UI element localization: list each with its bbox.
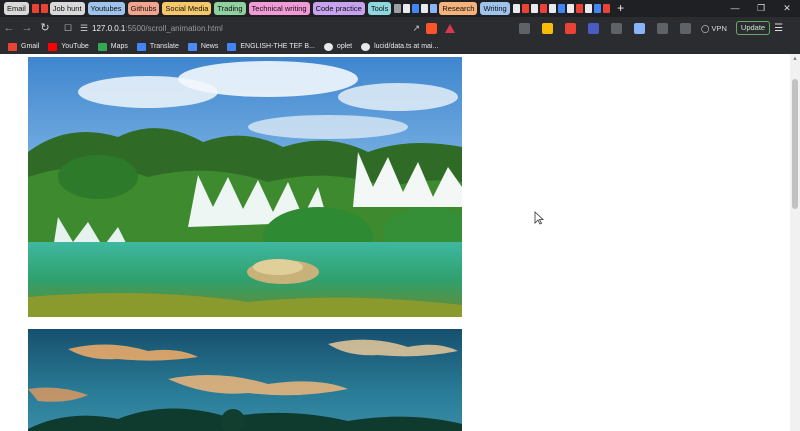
- maps-icon: [97, 42, 107, 51]
- youtube-icon: [48, 42, 58, 51]
- tab-group-youtubes[interactable]: Youtubes: [87, 2, 125, 15]
- tab-group-writing[interactable]: Writing: [480, 2, 510, 15]
- email-favicons: [31, 4, 50, 13]
- new-tab-button[interactable]: +: [612, 0, 630, 17]
- bookmark-translate[interactable]: Translate: [136, 42, 179, 51]
- bookmark-maps[interactable]: Maps: [97, 42, 128, 51]
- bookmark-lucid-data[interactable]: lucid/data.ts at mai...: [361, 42, 439, 51]
- extension-icon[interactable]: [519, 22, 530, 34]
- sunset-sky-photo: [28, 329, 462, 431]
- tab-group-research[interactable]: Research: [439, 2, 478, 15]
- bookmark-youtube[interactable]: YouTube: [48, 42, 89, 51]
- minimize-icon[interactable]: —: [722, 0, 748, 17]
- extension-icon[interactable]: [588, 22, 599, 34]
- bookmark-label: lucid/data.ts at mai...: [374, 43, 439, 50]
- tab-group-technical-writing[interactable]: Technical writing: [248, 2, 310, 15]
- waterfall-photo: [28, 57, 462, 317]
- reload-icon[interactable]: ↻: [36, 17, 54, 39]
- tab-strip: Email Job hunt Youtubes Githubs Social M…: [0, 0, 800, 17]
- page-icon[interactable]: [512, 4, 520, 13]
- address-bar[interactable]: ☐ ☰ 127.0.0.1 :5500/scroll_animation.htm…: [60, 20, 420, 36]
- window-controls: — ❐ ✕: [722, 0, 800, 17]
- tab-group-githubs[interactable]: Githubs: [127, 2, 160, 15]
- page-icon[interactable]: [530, 4, 538, 13]
- tab-group-email[interactable]: Email: [4, 2, 29, 15]
- bookmark-label: News: [200, 43, 219, 50]
- back-arrow-icon[interactable]: ←: [0, 17, 18, 39]
- vpn-button[interactable]: ◯ VPN: [701, 24, 727, 33]
- bookmark-label: Translate: [149, 43, 179, 50]
- bookmark-label: YouTube: [61, 43, 89, 50]
- page-icon[interactable]: [557, 4, 565, 13]
- puzzle-icon[interactable]: [657, 22, 668, 34]
- page-icon[interactable]: [593, 4, 601, 13]
- update-button[interactable]: Update: [735, 21, 771, 35]
- page-icon[interactable]: [421, 4, 429, 13]
- page-icon[interactable]: [430, 4, 438, 13]
- bookmark-label: oplet: [336, 43, 353, 50]
- url-host[interactable]: 127.0.0.1: [92, 24, 125, 33]
- extension-icon[interactable]: [542, 22, 553, 34]
- extension-icon[interactable]: [634, 22, 645, 34]
- forward-arrow-icon[interactable]: →: [18, 17, 36, 39]
- page-icon[interactable]: [575, 4, 583, 13]
- bookmark-label: Gmail: [21, 43, 40, 50]
- bookmark-news[interactable]: News: [187, 42, 219, 51]
- scrollbar-thumb[interactable]: [792, 79, 798, 209]
- vpn-icon: ◯: [701, 23, 712, 33]
- doc-icon: [227, 42, 237, 51]
- bookmarks-bar: Gmail YouTube Maps Translate News ENGLIS…: [0, 39, 800, 54]
- page-icon[interactable]: [584, 4, 592, 13]
- tab-group-tools[interactable]: Tools: [367, 2, 392, 15]
- tab-group-code-practice[interactable]: Code practice: [312, 2, 365, 15]
- page-scrollbar[interactable]: ▲: [790, 54, 800, 431]
- news-icon: [187, 42, 197, 51]
- tab-groups: Email Job hunt Youtubes Githubs Social M…: [0, 0, 722, 17]
- bookmark-icon[interactable]: ☐: [60, 23, 76, 34]
- bookmark-label: ENGLISH-THE TEF B...: [240, 43, 315, 50]
- mouse-cursor-icon: [534, 211, 544, 225]
- browser-window: Email Job hunt Youtubes Githubs Social M…: [0, 0, 800, 431]
- page-icon[interactable]: [521, 4, 529, 13]
- restore-icon[interactable]: ❐: [748, 0, 774, 17]
- page-icon[interactable]: [548, 4, 556, 13]
- url-path[interactable]: :5500/scroll_animation.html: [125, 24, 222, 33]
- gmail-icon[interactable]: [40, 4, 48, 13]
- vpn-label: VPN: [711, 23, 727, 33]
- wallet-icon[interactable]: [680, 22, 691, 34]
- gmail-icon: [8, 42, 17, 51]
- translate-icon: [136, 42, 146, 51]
- tab-group-job-hunt[interactable]: Job hunt: [49, 2, 85, 15]
- page-icon[interactable]: [566, 4, 574, 13]
- bookmark-oplet[interactable]: oplet: [323, 42, 353, 51]
- tools-favicons: [394, 4, 439, 13]
- page-icon[interactable]: [394, 4, 402, 13]
- page-icon[interactable]: [602, 4, 610, 13]
- extension-icon[interactable]: [611, 22, 622, 34]
- close-icon[interactable]: ✕: [774, 0, 800, 17]
- github-icon: [361, 42, 371, 51]
- extensions: [513, 22, 697, 34]
- page-icon[interactable]: [403, 4, 411, 13]
- browser-toolbar: ← → ↻ ☐ ☰ 127.0.0.1 :5500/scroll_animati…: [0, 17, 800, 39]
- bookmark-label: Maps: [110, 43, 128, 50]
- bookmark-gmail[interactable]: Gmail: [8, 42, 40, 51]
- writing-favicons: [512, 4, 612, 13]
- tab-group-trading[interactable]: Trading: [214, 2, 246, 15]
- page-icon[interactable]: [539, 4, 547, 13]
- bookmark-english-tef[interactable]: ENGLISH-THE TEF B...: [227, 42, 315, 51]
- share-icon[interactable]: ↗: [412, 23, 420, 34]
- page-icon[interactable]: [412, 4, 420, 13]
- page-viewport: ▲: [0, 54, 800, 431]
- scroll-up-icon[interactable]: ▲: [792, 56, 798, 62]
- brave-rewards-icon[interactable]: [445, 23, 455, 33]
- site-info-icon[interactable]: ☰: [76, 23, 92, 34]
- github-icon: [323, 42, 333, 51]
- gmail-icon[interactable]: [31, 4, 39, 13]
- menu-icon[interactable]: ☰: [774, 23, 783, 34]
- extension-icon[interactable]: [565, 22, 576, 34]
- brave-shield-icon[interactable]: [426, 22, 437, 34]
- tab-group-social-media[interactable]: Social Media: [162, 2, 212, 15]
